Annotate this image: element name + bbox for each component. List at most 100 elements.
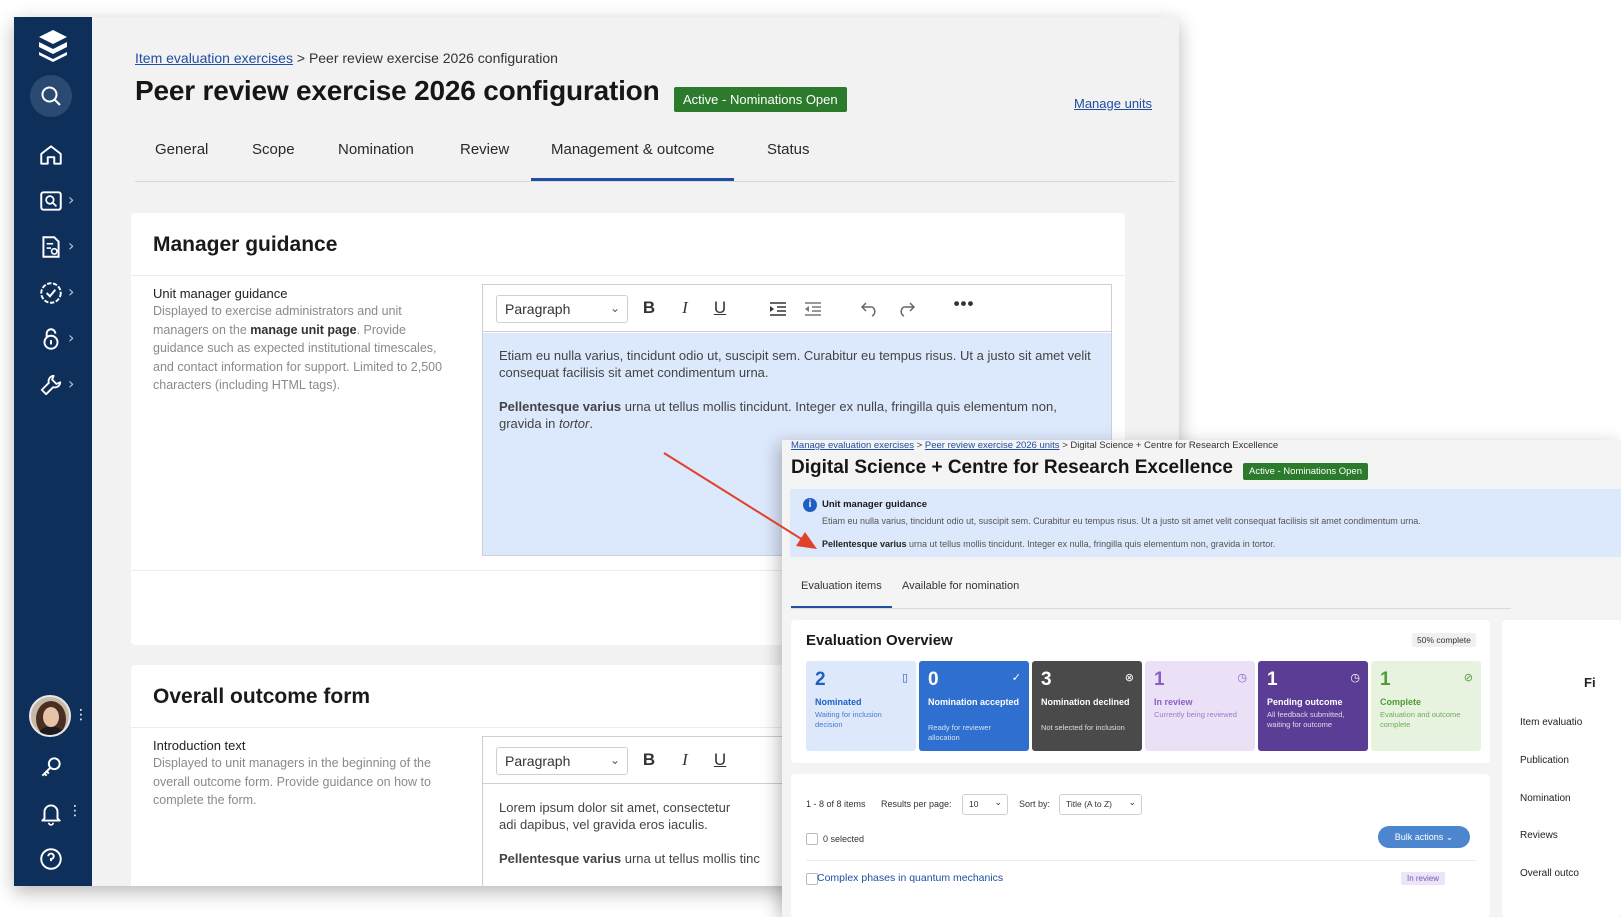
tab-management-outcome[interactable]: Management & outcome — [531, 141, 735, 181]
select-all-checkbox[interactable] — [806, 833, 818, 845]
stat-count: 3 — [1041, 669, 1052, 690]
home-icon[interactable] — [38, 142, 64, 168]
tab-status[interactable]: Status — [767, 141, 810, 158]
portfolio-search-icon[interactable] — [38, 188, 64, 214]
document-icon: ▯ — [901, 671, 908, 684]
underline-icon[interactable]: U — [709, 298, 731, 318]
editor-content[interactable]: Lorem ipsum dolor sit amet, consectetur … — [483, 785, 763, 886]
unit-page-window: Manage evaluation exercises > Peer revie… — [782, 440, 1621, 917]
bell-icon[interactable] — [38, 800, 64, 826]
bold-icon[interactable]: B — [638, 750, 660, 770]
more-vertical-icon[interactable]: ⋮ — [74, 707, 88, 723]
stat-nomination-declined[interactable]: 3 ⊗ Nomination declined Not selected for… — [1032, 661, 1142, 751]
stat-label: Complete — [1380, 697, 1422, 707]
editor-paragraph: Pellentesque varius urna ut tellus molli… — [499, 851, 760, 866]
chevron-down-icon: ⌄ — [609, 753, 620, 767]
paragraph-select[interactable]: Paragraph ⌄ — [496, 295, 628, 323]
bulk-actions-button[interactable]: Bulk actions ⌄ — [1378, 826, 1470, 848]
unit-title: Digital Science + Centre for Research Ex… — [791, 457, 1233, 478]
help-icon[interactable] — [38, 846, 64, 872]
overview-title: Evaluation Overview — [806, 632, 953, 649]
breadcrumb-link-manage-exercises[interactable]: Manage evaluation exercises — [791, 440, 914, 451]
filter-overall-outcome[interactable]: Overall outco — [1520, 868, 1579, 879]
paragraph-select[interactable]: Paragraph ⌄ — [496, 747, 628, 775]
item-title-link[interactable]: Complex phases in quantum mechanics — [817, 872, 1003, 884]
field-label: Introduction text — [153, 738, 246, 753]
per-page-select[interactable]: 10 ⌄ — [962, 794, 1008, 815]
chevron-down-icon: ⌄ — [1445, 833, 1454, 843]
italic-icon[interactable]: I — [674, 750, 696, 770]
bold-icon[interactable]: B — [638, 298, 660, 318]
document-review-icon[interactable] — [38, 234, 64, 260]
chevron-down-icon: ⌄ — [609, 301, 620, 315]
check-circle-icon: ⊘ — [1463, 671, 1473, 684]
wrench-icon[interactable] — [38, 372, 64, 398]
config-tabs: General Scope Nomination Review Manageme… — [135, 137, 1175, 182]
filter-publication[interactable]: Publication — [1520, 755, 1569, 766]
page-title: Peer review exercise 2026 configuration — [135, 75, 660, 106]
tab-nomination[interactable]: Nomination — [338, 141, 414, 158]
items-count: 1 - 8 of 8 items — [806, 799, 866, 809]
status-badge: Active - Nominations Open — [674, 87, 847, 112]
sort-label: Sort by: — [1019, 799, 1051, 809]
tab-available-for-nomination[interactable]: Available for nomination — [902, 580, 1019, 592]
stat-nominated[interactable]: 2 ▯ Nominated Waiting for inclusion deci… — [806, 661, 916, 751]
clock-icon: ◷ — [1350, 671, 1360, 684]
more-icon[interactable]: ••• — [953, 294, 975, 314]
stat-pending-outcome[interactable]: 1 ◷ Pending outcome All feedback submitt… — [1258, 661, 1368, 751]
chevron-down-icon: ⌄ — [994, 798, 1002, 808]
chevron-right-icon[interactable]: › — [68, 190, 74, 209]
undo-icon[interactable] — [861, 300, 879, 317]
sort-select[interactable]: Title (A to Z) ⌄ — [1059, 794, 1142, 815]
avatar[interactable] — [29, 695, 71, 737]
selected-count: 0 selected — [823, 834, 865, 844]
stat-nomination-accepted[interactable]: 0 ✓ Nomination accepted Ready for review… — [919, 661, 1029, 751]
breadcrumb-separator: > — [916, 440, 923, 451]
underline-icon[interactable]: U — [709, 750, 731, 770]
stat-in-review[interactable]: 1 ◷ In review Currently being reviewed — [1145, 661, 1255, 751]
breadcrumb-link-exercises[interactable]: Item evaluation exercises — [135, 50, 293, 66]
tab-evaluation-items[interactable]: Evaluation items — [791, 580, 892, 608]
filter-nomination[interactable]: Nomination — [1520, 793, 1571, 804]
tab-scope[interactable]: Scope — [252, 141, 295, 158]
breadcrumb-link-units[interactable]: Peer review exercise 2026 units — [925, 440, 1060, 451]
field-label: Unit manager guidance — [153, 286, 288, 301]
breadcrumb-current: Digital Science + Centre for Research Ex… — [1070, 440, 1279, 451]
guidance-text: Etiam eu nulla varius, tincidunt odio ut… — [822, 516, 1421, 526]
tab-general[interactable]: General — [155, 141, 208, 158]
filter-reviews[interactable]: Reviews — [1520, 830, 1558, 841]
stat-sublabel: Waiting for inclusion decision — [815, 710, 882, 729]
guidance-title: Unit manager guidance — [822, 499, 928, 510]
chevron-right-icon[interactable]: › — [68, 282, 74, 301]
chevron-right-icon[interactable]: › — [68, 328, 74, 347]
manage-units-link[interactable]: Manage units — [1074, 96, 1152, 111]
guidance-text: Pellentesque varius urna ut tellus molli… — [822, 539, 1276, 549]
stat-sublabel: Currently being reviewed — [1154, 710, 1237, 719]
search-button[interactable] — [30, 75, 72, 117]
status-badge: Active - Nominations Open — [1243, 463, 1368, 480]
badge-check-icon[interactable] — [38, 280, 64, 306]
completion-badge: 50% complete — [1412, 633, 1476, 647]
key-icon[interactable] — [38, 754, 64, 780]
chevron-right-icon[interactable]: › — [68, 374, 74, 393]
breadcrumb-separator: > — [1062, 440, 1068, 451]
italic-icon[interactable]: I — [674, 298, 696, 318]
stat-count: 1 — [1380, 669, 1391, 690]
app-logo-icon — [39, 30, 67, 62]
indent-icon[interactable] — [769, 301, 787, 317]
filters-panel: Fi Item evaluatio Publication Nomination… — [1502, 620, 1621, 917]
tab-review[interactable]: Review — [460, 141, 509, 158]
redo-icon[interactable] — [897, 300, 915, 317]
cancel-icon: ⊗ — [1124, 671, 1134, 684]
clock-icon: ◷ — [1237, 671, 1247, 684]
filter-item-evaluation[interactable]: Item evaluatio — [1520, 717, 1582, 728]
stat-count: 1 — [1154, 669, 1165, 690]
more-vertical-icon[interactable]: ⋮ — [68, 803, 82, 819]
chevron-right-icon[interactable]: › — [68, 236, 74, 255]
outdent-icon[interactable] — [804, 301, 822, 317]
field-description: Displayed to unit managers in the beginn… — [153, 756, 431, 807]
lock-icon[interactable] — [38, 326, 64, 352]
stat-complete[interactable]: 1 ⊘ Complete Evaluation and outcome comp… — [1371, 661, 1481, 751]
stat-sublabel: Not selected for inclusion — [1041, 723, 1125, 732]
chevron-down-icon: ⌄ — [1128, 798, 1136, 808]
